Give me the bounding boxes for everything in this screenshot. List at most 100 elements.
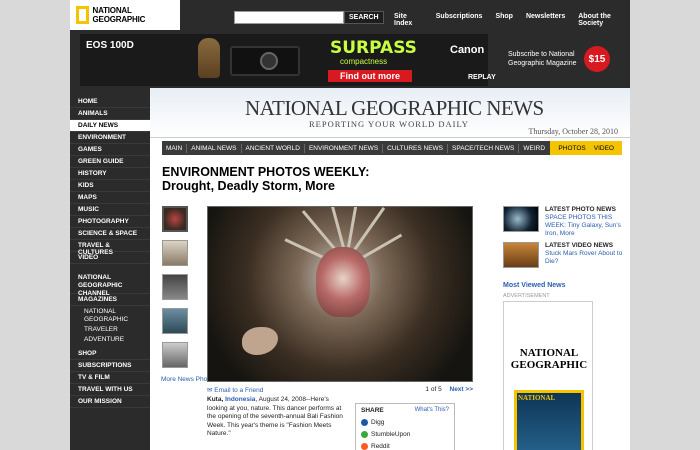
magazine-ad[interactable]: NATIONAL GEOGRAPHIC NATIONAL bbox=[503, 301, 593, 450]
cover-title: NATIONAL bbox=[518, 394, 556, 402]
article-headline: ENVIRONMENT PHOTOS WEEKLY: Drought, Dead… bbox=[162, 165, 369, 193]
leftnav-item-travel-with-us[interactable]: TRAVEL WITH US bbox=[70, 384, 150, 396]
dancer-mask bbox=[316, 247, 370, 317]
thumbnail-figure[interactable] bbox=[162, 240, 188, 266]
headline-line-2: Drought, Deadly Storm, More bbox=[162, 179, 335, 193]
leftnav-item-history[interactable]: HISTORY bbox=[70, 168, 150, 180]
thumbnail-mask[interactable] bbox=[162, 206, 188, 232]
latest-photo-link[interactable]: SPACE PHOTOS THIS WEEK: Tiny Galaxy, Sun… bbox=[545, 214, 623, 238]
leftnav-item-kids[interactable]: KIDS bbox=[70, 180, 150, 192]
secnav-environment-news[interactable]: ENVIRONMENT NEWS bbox=[305, 145, 382, 152]
ad-replay-button[interactable]: REPLAY bbox=[468, 74, 496, 81]
ad-cta-button[interactable]: Find out more bbox=[328, 70, 412, 82]
subscribe-promo[interactable]: Subscribe to National Geographic Magazin… bbox=[508, 50, 588, 68]
leftnav-item-tv-film[interactable]: TV & FILM bbox=[70, 372, 150, 384]
masthead-subtitle: REPORTING YOUR WORLD DAILY bbox=[309, 119, 469, 129]
leftnav-item-environment[interactable]: ENVIRONMENT bbox=[70, 132, 150, 144]
search-button[interactable]: SEARCH bbox=[344, 11, 384, 24]
reddit-icon bbox=[361, 443, 368, 450]
stumbleupon-icon bbox=[361, 431, 368, 438]
leftnav-item-channel[interactable]: NATIONAL GEOGRAPHIC CHANNEL bbox=[70, 272, 150, 297]
search-input[interactable] bbox=[234, 11, 344, 24]
share-digg[interactable]: Digg bbox=[361, 419, 384, 426]
topnav-about[interactable]: About the Society bbox=[578, 13, 630, 27]
share-stumbleupon[interactable]: StumbleUpon bbox=[361, 431, 410, 438]
top-nav: Site Index Subscriptions Shop Newsletter… bbox=[394, 13, 630, 27]
price-badge[interactable]: $15 bbox=[584, 46, 610, 72]
main-content: NATIONAL GEOGRAPHIC NEWS REPORTING YOUR … bbox=[150, 88, 630, 450]
secnav-video[interactable]: VIDEO bbox=[590, 145, 618, 152]
leftnav-item-our-mission[interactable]: OUR MISSION bbox=[70, 396, 150, 408]
leftnav-sub-traveler[interactable]: TRAVELER bbox=[70, 324, 150, 334]
page-frame: NATIONAL GEOGRAPHIC SEARCH Site Index Su… bbox=[70, 0, 630, 450]
secnav-space-tech-news[interactable]: SPACE/TECH NEWS bbox=[448, 145, 518, 152]
camera-lens-image bbox=[260, 52, 278, 70]
leftnav-item-photography[interactable]: PHOTOGRAPHY bbox=[70, 216, 150, 228]
secnav-media-tabs: PHOTOS VIDEO bbox=[550, 141, 622, 155]
headline-line-1: ENVIRONMENT PHOTOS WEEKLY: bbox=[162, 165, 370, 179]
secnav-photos[interactable]: PHOTOS bbox=[554, 145, 589, 152]
share-reddit[interactable]: Reddit bbox=[361, 443, 390, 450]
secnav-main[interactable]: MAIN bbox=[162, 145, 186, 152]
ad-banner[interactable]: EOS 100D SURPASS compactness Find out mo… bbox=[80, 34, 496, 86]
magazine-title: NATIONAL GEOGRAPHIC bbox=[510, 347, 588, 371]
main-photo[interactable] bbox=[207, 206, 473, 382]
most-viewed-link[interactable]: Most Viewed News bbox=[503, 282, 566, 289]
leftnav-item-home[interactable]: HOME bbox=[70, 96, 150, 108]
thumbnail-animal[interactable] bbox=[162, 342, 188, 368]
dancer-hand bbox=[242, 327, 278, 355]
galaxy-thumbnail[interactable] bbox=[503, 206, 539, 232]
masthead-title[interactable]: NATIONAL GEOGRAPHIC NEWS bbox=[245, 96, 544, 121]
leftnav-item-music[interactable]: MUSIC bbox=[70, 204, 150, 216]
secnav-weird[interactable]: WEIRD bbox=[519, 145, 549, 152]
share-reddit-label: Reddit bbox=[371, 443, 390, 450]
right-column: LATEST PHOTO NEWS SPACE PHOTOS THIS WEEK… bbox=[503, 206, 623, 450]
topnav-site-index[interactable]: Site Index bbox=[394, 13, 423, 27]
share-box: SHARE What's This? Digg StumbleUpon Redd… bbox=[355, 403, 455, 450]
secnav-ancient-world[interactable]: ANCIENT WORLD bbox=[242, 145, 304, 152]
ng-logo[interactable]: NATIONAL GEOGRAPHIC bbox=[70, 0, 180, 30]
thumbnail-storm[interactable] bbox=[162, 274, 188, 300]
photo-caption: Kuta, Indonesia, August 24, 2008--Here's… bbox=[207, 396, 345, 439]
latest-video-link[interactable]: Stuck Mars Rover About to Die? bbox=[545, 250, 623, 266]
leftnav-item-travel-cultures[interactable]: TRAVEL & CULTURES bbox=[70, 240, 150, 256]
leftnav-item-science-space[interactable]: SCIENCE & SPACE bbox=[70, 228, 150, 240]
page-count: 1 of 5 bbox=[425, 386, 442, 393]
leftnav-sub-national-geographic[interactable]: NATIONAL GEOGRAPHIC bbox=[70, 306, 150, 324]
leftnav-item-daily-news[interactable]: DAILY NEWS bbox=[70, 120, 150, 132]
secnav-animal-news[interactable]: ANIMAL NEWS bbox=[187, 145, 240, 152]
ad-subline: compactness bbox=[340, 57, 388, 66]
ad-brand: Canon bbox=[450, 44, 485, 56]
share-stumbleupon-label: StumbleUpon bbox=[371, 431, 411, 438]
leftnav-item-shop[interactable]: SHOP bbox=[70, 348, 150, 360]
digg-icon bbox=[361, 419, 368, 426]
leftnav-item-subscriptions[interactable]: SUBSCRIPTIONS bbox=[70, 360, 150, 372]
mars-rover-thumbnail[interactable] bbox=[503, 242, 539, 268]
latest-video-label: LATEST VIDEO NEWS bbox=[545, 242, 614, 249]
email-friend-link[interactable]: ✉ Email to a Friend bbox=[207, 386, 263, 394]
ad-headline: SURPASS bbox=[330, 38, 417, 58]
whats-this-link[interactable]: What's This? bbox=[415, 407, 449, 413]
leftnav-item-maps[interactable]: MAPS bbox=[70, 192, 150, 204]
ad-camera-model: EOS 100D bbox=[86, 40, 134, 51]
topnav-shop[interactable]: Shop bbox=[495, 13, 513, 27]
masthead: NATIONAL GEOGRAPHIC NEWS REPORTING YOUR … bbox=[150, 88, 630, 138]
leftnav-item-animals[interactable]: ANIMALS bbox=[70, 108, 150, 120]
topnav-newsletters[interactable]: Newsletters bbox=[526, 13, 565, 27]
leftnav-item-green-guide[interactable]: GREEN GUIDE bbox=[70, 156, 150, 168]
next-button[interactable]: Next >> bbox=[450, 386, 474, 393]
section-nav: MAIN ANIMAL NEWS ANCIENT WORLD ENVIRONME… bbox=[162, 141, 622, 155]
share-heading: SHARE bbox=[361, 407, 384, 414]
secnav-cultures-news[interactable]: CULTURES NEWS bbox=[383, 145, 447, 152]
topnav-subscriptions[interactable]: Subscriptions bbox=[436, 13, 483, 27]
thumbnail-water[interactable] bbox=[162, 308, 188, 334]
email-friend-label: Email to a Friend bbox=[214, 387, 264, 394]
leftnav-sub-adventure[interactable]: ADVENTURE bbox=[70, 334, 150, 344]
leftnav-item-games[interactable]: GAMES bbox=[70, 144, 150, 156]
yellow-border-icon bbox=[76, 6, 89, 24]
latest-photo-label: LATEST PHOTO NEWS bbox=[545, 206, 616, 213]
caption-country-link[interactable]: Indonesia bbox=[225, 396, 255, 403]
leftnav-item-magazines[interactable]: MAGAZINES bbox=[70, 294, 150, 306]
advertisement-label: ADVERTISEMENT bbox=[503, 293, 550, 299]
